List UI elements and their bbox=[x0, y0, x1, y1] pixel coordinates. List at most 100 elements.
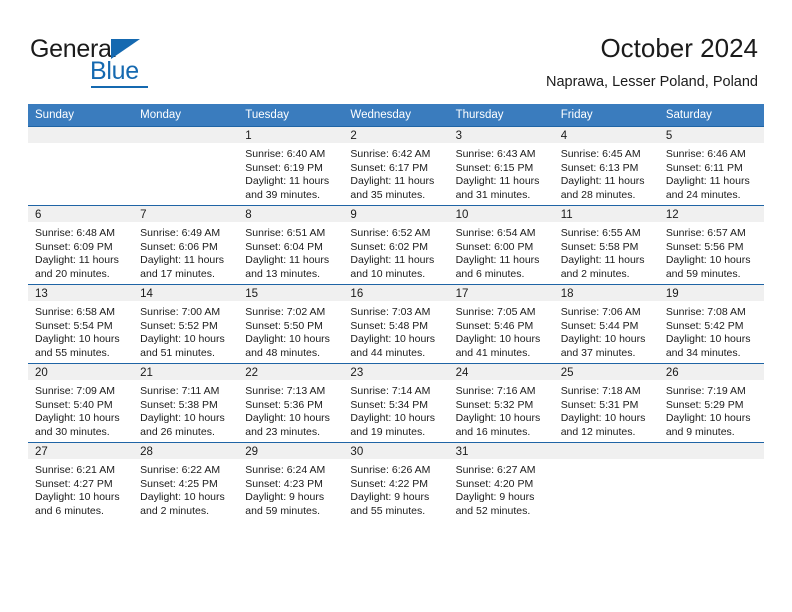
daylight-text-line2: and 12 minutes. bbox=[560, 425, 636, 438]
day-details: Sunrise: 7:08 AM Sunset: 5:42 PM Daylight:… bbox=[659, 301, 764, 360]
daylight-text-line1: Daylight: 11 hours bbox=[140, 254, 224, 267]
sunrise-text: Sunrise: 6:49 AM bbox=[140, 227, 221, 239]
daylight-text-line2: and 52 minutes. bbox=[455, 504, 531, 517]
day-number: 27 bbox=[28, 443, 134, 459]
sunset-text: Sunset: 6:11 PM bbox=[665, 161, 743, 174]
sunrise-text: Sunrise: 7:03 AM bbox=[350, 306, 431, 318]
calendar-day-cell[interactable]: 22 Sunrise: 7:13 AM Sunset: 5:36 PM Dayligh… bbox=[238, 363, 344, 443]
calendar-day-cell[interactable]: 1 Sunrise: 6:40 AM Sunset: 6:19 PM Daylight… bbox=[238, 126, 344, 206]
calendar-day-cell[interactable]: 18 Sunrise: 7:06 AM Sunset: 5:44 PM Dayligh… bbox=[553, 284, 659, 364]
calendar-day-cell[interactable]: 5 Sunrise: 6:46 AM Sunset: 6:11 PM Daylight… bbox=[658, 126, 764, 206]
day-number: 28 bbox=[133, 443, 239, 459]
calendar-day-cell[interactable]: 21 Sunrise: 7:11 AM Sunset: 5:38 PM Dayligh… bbox=[133, 363, 239, 443]
calendar-cell-empty bbox=[28, 126, 134, 206]
day-number: 20 bbox=[28, 364, 134, 380]
calendar-day-cell[interactable]: 19 Sunrise: 7:08 AM Sunset: 5:42 PM Dayligh… bbox=[658, 284, 764, 364]
calendar-day-cell[interactable]: 17 Sunrise: 7:05 AM Sunset: 5:46 PM Dayligh… bbox=[448, 284, 554, 364]
calendar-day-cell[interactable]: 11 Sunrise: 6:55 AM Sunset: 5:58 PM Dayligh… bbox=[553, 205, 659, 285]
sunset-text: Sunset: 6:09 PM bbox=[35, 240, 113, 253]
daylight-text-line1: Daylight: 11 hours bbox=[350, 175, 435, 188]
weekday-header-monday: Monday bbox=[133, 104, 239, 127]
calendar-day-cell[interactable]: 27 Sunrise: 6:21 AM Sunset: 4:27 PM Dayligh… bbox=[28, 442, 134, 521]
day-number: 23 bbox=[343, 364, 449, 380]
calendar-day-cell[interactable]: 9 Sunrise: 6:52 AM Sunset: 6:02 PM Daylight… bbox=[343, 205, 449, 285]
day-number: 3 bbox=[448, 127, 554, 143]
sunset-text: Sunset: 6:06 PM bbox=[140, 240, 218, 253]
day-details: Sunrise: 7:05 AM Sunset: 5:46 PM Daylight:… bbox=[449, 301, 554, 360]
calendar-day-cell[interactable]: 25 Sunrise: 7:18 AM Sunset: 5:31 PM Dayligh… bbox=[553, 363, 659, 443]
daylight-text-line1: Daylight: 10 hours bbox=[140, 412, 225, 425]
calendar-day-cell[interactable]: 30 Sunrise: 6:26 AM Sunset: 4:22 PM Dayligh… bbox=[343, 442, 449, 521]
daylight-text-line2: and 59 minutes. bbox=[665, 267, 741, 280]
daylight-text-line2: and 6 minutes. bbox=[35, 504, 104, 517]
daylight-text-line2: and 20 minutes. bbox=[35, 267, 110, 280]
day-number: 9 bbox=[343, 206, 449, 222]
sunrise-text: Sunrise: 7:16 AM bbox=[455, 385, 536, 397]
calendar-day-cell[interactable]: 2 Sunrise: 6:42 AM Sunset: 6:17 PM Daylight… bbox=[343, 126, 449, 206]
calendar-day-cell[interactable]: 8 Sunrise: 6:51 AM Sunset: 6:04 PM Daylight… bbox=[238, 205, 344, 285]
sunrise-text: Sunrise: 7:00 AM bbox=[140, 306, 221, 318]
weekday-header-wednesday: Wednesday bbox=[343, 104, 449, 127]
calendar-day-cell[interactable]: 24 Sunrise: 7:16 AM Sunset: 5:32 PM Dayligh… bbox=[448, 363, 554, 443]
day-number: 12 bbox=[658, 206, 764, 222]
daylight-text-line1: Daylight: 10 hours bbox=[140, 491, 225, 504]
sunset-text: Sunset: 6:04 PM bbox=[245, 240, 323, 253]
daylight-text-line2: and 17 minutes. bbox=[140, 267, 215, 280]
daylight-text-line2: and 23 minutes. bbox=[245, 425, 320, 438]
daylight-text-line2: and 2 minutes. bbox=[560, 267, 630, 280]
triangle-icon bbox=[111, 39, 140, 59]
daylight-text-line2: and 28 minutes. bbox=[560, 188, 636, 201]
sunrise-text: Sunrise: 6:55 AM bbox=[560, 227, 641, 239]
sunrise-text: Sunrise: 7:09 AM bbox=[35, 385, 115, 397]
calendar-day-cell[interactable]: 12 Sunrise: 6:57 AM Sunset: 5:56 PM Dayligh… bbox=[658, 205, 764, 285]
calendar-cell-empty bbox=[658, 442, 764, 521]
day-details: Sunrise: 6:26 AM Sunset: 4:22 PM Daylight:… bbox=[343, 459, 448, 518]
sunset-text: Sunset: 4:23 PM bbox=[245, 477, 323, 490]
calendar-day-cell[interactable]: 6 Sunrise: 6:48 AM Sunset: 6:09 PM Daylight… bbox=[28, 205, 134, 285]
calendar-day-cell[interactable]: 7 Sunrise: 6:49 AM Sunset: 6:06 PM Daylight… bbox=[133, 205, 239, 285]
calendar-day-cell[interactable]: 28 Sunrise: 6:22 AM Sunset: 4:25 PM Dayligh… bbox=[133, 442, 239, 521]
calendar-body: 1 Sunrise: 6:40 AM Sunset: 6:19 PM Daylight… bbox=[28, 126, 764, 521]
daylight-text-line1: Daylight: 10 hours bbox=[245, 333, 330, 346]
calendar-day-cell[interactable]: 3 Sunrise: 6:43 AM Sunset: 6:15 PM Daylight… bbox=[448, 126, 554, 206]
calendar-cell-empty bbox=[133, 126, 239, 206]
calendar-day-cell[interactable]: 15 Sunrise: 7:02 AM Sunset: 5:50 PM Dayligh… bbox=[238, 284, 344, 364]
sunrise-text: Sunrise: 7:06 AM bbox=[560, 306, 641, 318]
calendar-day-cell[interactable]: 26 Sunrise: 7:19 AM Sunset: 5:29 PM Dayligh… bbox=[658, 363, 764, 443]
sunrise-text: Sunrise: 6:42 AM bbox=[350, 148, 431, 160]
weekday-header-saturday: Saturday bbox=[658, 104, 764, 127]
sunset-text: Sunset: 5:54 PM bbox=[35, 319, 113, 332]
calendar-day-cell[interactable]: 20 Sunrise: 7:09 AM Sunset: 5:40 PM Dayligh… bbox=[28, 363, 134, 443]
day-number: 4 bbox=[553, 127, 659, 143]
daylight-text-line2: and 24 minutes. bbox=[665, 188, 741, 201]
calendar-day-cell[interactable]: 13 Sunrise: 6:58 AM Sunset: 5:54 PM Dayligh… bbox=[28, 284, 134, 364]
day-details: Sunrise: 7:14 AM Sunset: 5:34 PM Daylight:… bbox=[343, 380, 448, 439]
calendar-day-cell[interactable]: 16 Sunrise: 7:03 AM Sunset: 5:48 PM Dayligh… bbox=[343, 284, 449, 364]
day-details: Sunrise: 6:49 AM Sunset: 6:06 PM Daylight:… bbox=[133, 222, 238, 281]
sunset-text: Sunset: 5:38 PM bbox=[140, 398, 218, 411]
calendar-day-cell[interactable]: 14 Sunrise: 7:00 AM Sunset: 5:52 PM Dayligh… bbox=[133, 284, 239, 364]
sunset-text: Sunset: 5:44 PM bbox=[560, 319, 639, 332]
daylight-text-line2: and 6 minutes. bbox=[455, 267, 525, 280]
calendar-day-cell[interactable]: 29 Sunrise: 6:24 AM Sunset: 4:23 PM Dayligh… bbox=[238, 442, 344, 521]
sunset-text: Sunset: 4:20 PM bbox=[455, 477, 534, 490]
day-details: Sunrise: 6:43 AM Sunset: 6:15 PM Daylight:… bbox=[449, 143, 554, 202]
calendar-day-cell[interactable]: 10 Sunrise: 6:54 AM Sunset: 6:00 PM Dayligh… bbox=[448, 205, 554, 285]
sunset-text: Sunset: 6:17 PM bbox=[350, 161, 429, 174]
calendar-week-row: 20 Sunrise: 7:09 AM Sunset: 5:40 PM Dayligh… bbox=[28, 363, 764, 443]
day-number: 14 bbox=[133, 285, 239, 301]
calendar-day-cell[interactable]: 31 Sunrise: 6:27 AM Sunset: 4:20 PM Dayligh… bbox=[448, 442, 554, 521]
daylight-text-line1: Daylight: 9 hours bbox=[455, 491, 535, 504]
sunset-text: Sunset: 5:34 PM bbox=[350, 398, 429, 411]
day-number: 29 bbox=[238, 443, 344, 459]
calendar-day-cell[interactable]: 4 Sunrise: 6:45 AM Sunset: 6:13 PM Daylight… bbox=[553, 126, 659, 206]
daylight-text-line1: Daylight: 10 hours bbox=[455, 333, 541, 346]
daylight-text-line1: Daylight: 10 hours bbox=[560, 412, 646, 425]
sunrise-text: Sunrise: 7:11 AM bbox=[140, 385, 220, 397]
day-number: 17 bbox=[448, 285, 554, 301]
day-number: 22 bbox=[238, 364, 344, 380]
calendar-day-cell[interactable]: 23 Sunrise: 7:14 AM Sunset: 5:34 PM Dayligh… bbox=[343, 363, 449, 443]
general-blue-logo[interactable]: General Blue bbox=[30, 35, 160, 88]
daylight-text-line2: and 39 minutes. bbox=[245, 188, 320, 201]
day-number bbox=[28, 127, 134, 143]
